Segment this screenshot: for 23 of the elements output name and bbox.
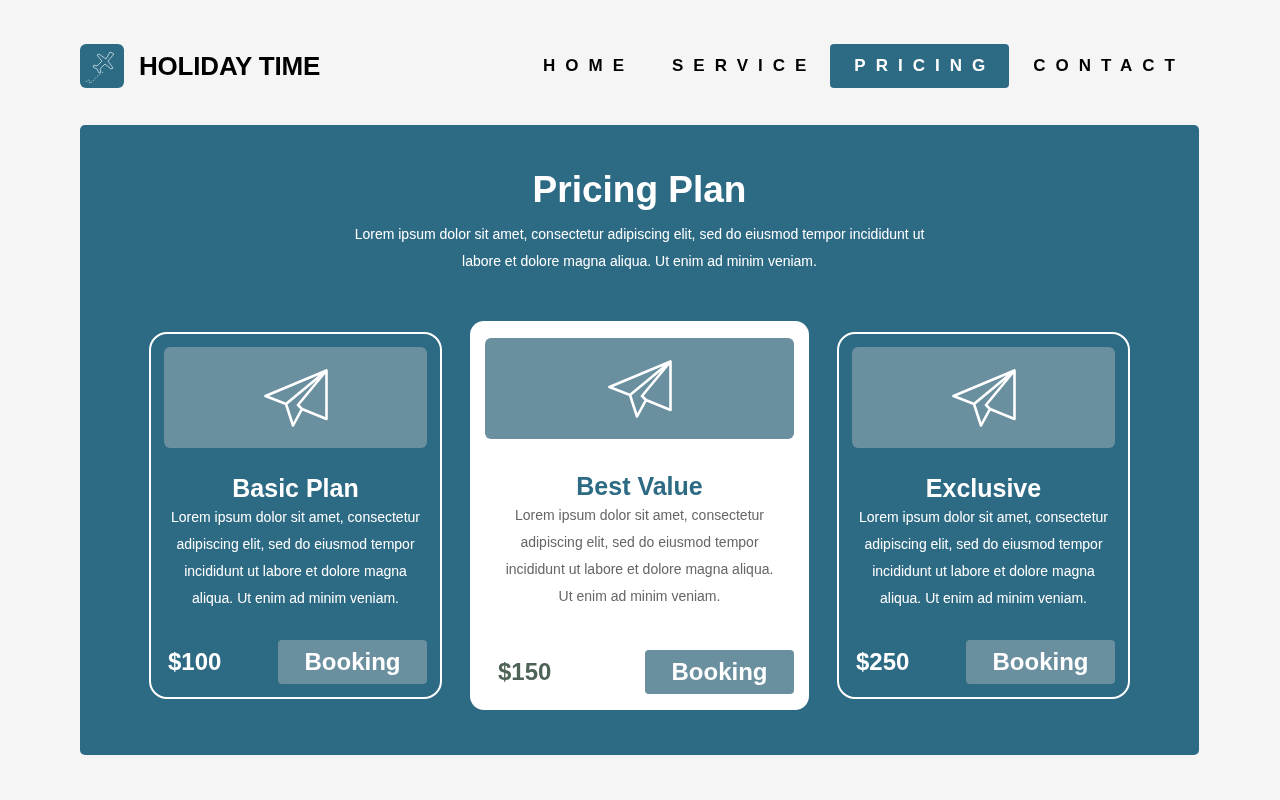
booking-button[interactable]: Booking xyxy=(645,650,794,694)
plan-name: Exclusive xyxy=(924,473,1043,503)
brand-name: HOLIDAY TIME xyxy=(139,49,321,83)
paper-plane-icon xyxy=(263,368,328,427)
booking-button[interactable]: Booking xyxy=(278,640,427,684)
paper-plane-icon xyxy=(951,368,1016,427)
plan-price: $100 xyxy=(168,647,222,677)
paper-plane-icon xyxy=(607,359,672,418)
airplane-logo-icon xyxy=(80,44,124,88)
nav-link[interactable]: CONTACT xyxy=(1009,44,1199,88)
plan-name: Basic Plan xyxy=(231,473,360,503)
plan-name: Best Value xyxy=(575,471,704,501)
plan-price: $150 xyxy=(498,657,552,687)
section-subtitle: Lorem ipsum dolor sit amet, consectetur adipiscing elit, sed do eiusmod tempor incididunt ut labore et dolore magna aliqua. Ut enim ad minim veniam. xyxy=(353,225,926,271)
plan-description: Lorem ipsum dolor sit amet, consectetur adipiscing elit, sed do eiusmod tempor incididunt ut labore et dolore magna aliqua. Ut enim ad minim veniam. xyxy=(504,506,775,606)
plan-description: Lorem ipsum dolor sit amet, consectetur adipiscing elit, sed do eiusmod tempor incididunt ut labore et dolore magna aliqua. Ut enim ad minim veniam. xyxy=(170,508,421,608)
nav-link[interactable]: HOME xyxy=(519,44,648,88)
nav-link[interactable]: SERVICE xyxy=(648,44,831,88)
section-title: Pricing Plan xyxy=(531,168,748,211)
booking-button[interactable]: Booking xyxy=(966,640,1115,684)
nav-link[interactable]: PRICING xyxy=(830,44,1010,88)
plan-price: $250 xyxy=(856,647,910,677)
plan-description: Lorem ipsum dolor sit amet, consectetur adipiscing elit, sed do eiusmod tempor incididunt ut labore et dolore magna aliqua. Ut enim ad minim veniam. xyxy=(858,508,1109,608)
